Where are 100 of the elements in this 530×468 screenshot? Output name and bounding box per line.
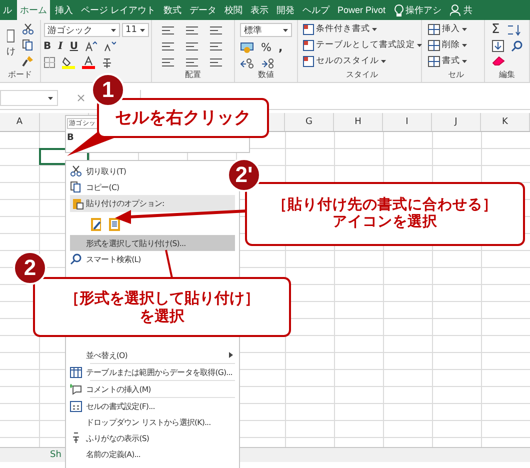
- callout-text: ［形式を選択して貼り付け］: [64, 289, 260, 307]
- group-label: 編集: [499, 69, 515, 81]
- ribbon-tab[interactable]: Power Pivot: [334, 0, 389, 20]
- copy-icon[interactable]: [22, 39, 34, 51]
- ribbon-tab[interactable]: 開発: [274, 0, 298, 20]
- sort-icon[interactable]: [506, 24, 521, 36]
- callout-text: アイコンを選択: [332, 214, 438, 232]
- column-header[interactable]: G: [285, 113, 334, 131]
- search-icon[interactable]: [510, 40, 522, 52]
- ribbon-tab[interactable]: ル: [0, 0, 15, 20]
- shrink-font-icon[interactable]: [104, 41, 116, 52]
- scissors-icon[interactable]: [22, 23, 34, 35]
- alignment-icon[interactable]: [185, 57, 199, 68]
- cells-icon: [428, 24, 440, 34]
- paste-option-icon[interactable]: [90, 216, 104, 232]
- column-header[interactable]: A: [0, 113, 40, 131]
- font-style-button[interactable]: B: [44, 41, 52, 52]
- fill-color-icon[interactable]: [62, 56, 74, 69]
- percent-button[interactable]: %: [261, 41, 272, 54]
- font-style-button[interactable]: U: [70, 41, 78, 52]
- style-command[interactable]: セルのスタイル: [303, 55, 422, 67]
- fill-down-icon[interactable]: [492, 40, 504, 52]
- dropdown-icon: [462, 60, 467, 62]
- alignment-icon[interactable]: [185, 25, 199, 36]
- lightbulb-icon: [394, 4, 404, 16]
- table-icon: [70, 366, 82, 378]
- ribbon-tab[interactable]: データ: [186, 0, 220, 20]
- ribbon-tab[interactable]: ホーム: [17, 0, 50, 20]
- group-label: スタイル: [346, 69, 378, 81]
- alignment-icon[interactable]: [161, 57, 175, 68]
- dropdown-icon: [381, 60, 386, 62]
- grow-font-icon[interactable]: [84, 41, 97, 52]
- callout-text: を選択: [140, 307, 184, 325]
- border-icon[interactable]: [44, 57, 54, 68]
- autosum-button[interactable]: Σ: [492, 23, 500, 36]
- dropdown-icon: [140, 28, 144, 32]
- alignment-icon[interactable]: [185, 41, 199, 52]
- comma-button[interactable]: ,: [278, 41, 283, 54]
- dropdown-icon: [48, 96, 53, 100]
- style-command[interactable]: 条件付き書式: [303, 23, 422, 35]
- paste-option-icon[interactable]: [108, 216, 122, 232]
- brush-icon[interactable]: [22, 55, 34, 67]
- number-format-field[interactable]: 標準: [240, 23, 292, 37]
- ribbon-tab[interactable]: ヘルプ: [300, 0, 333, 20]
- column-header[interactable]: I: [383, 113, 432, 131]
- dropdown-icon: [110, 28, 116, 32]
- font-name-field[interactable]: 游ゴシック: [44, 23, 120, 37]
- alignment-icon[interactable]: [161, 41, 175, 52]
- tell-me-tab[interactable]: 操作アシ: [390, 0, 445, 20]
- bold-button[interactable]: B: [67, 133, 74, 143]
- furigana-icon: [72, 432, 80, 444]
- ribbon-tab[interactable]: 表示: [248, 0, 272, 20]
- paste-icon: [72, 197, 84, 210]
- dropdown-icon: [372, 28, 377, 30]
- callout-text: セルを右クリック: [115, 108, 251, 128]
- alignment-icon[interactable]: [161, 25, 175, 36]
- group-label: 配置: [185, 69, 201, 81]
- comment-icon: [70, 384, 82, 394]
- share-tab[interactable]: 共: [446, 0, 476, 20]
- alignment-icon[interactable]: [209, 57, 223, 68]
- group-label: セル: [448, 69, 464, 81]
- decrease-decimal-icon[interactable]: [261, 58, 275, 69]
- cell-command[interactable]: 書式: [428, 55, 467, 67]
- column-header[interactable]: H: [334, 113, 383, 131]
- ribbon-tab[interactable]: 校閲: [222, 0, 246, 20]
- person-icon: [450, 4, 462, 16]
- group-label: ボード: [8, 69, 32, 81]
- eraser-icon[interactable]: [492, 56, 504, 66]
- font-size-field[interactable]: 11: [122, 23, 148, 37]
- table-style-icon: [303, 24, 314, 34]
- cells-icon: [428, 40, 440, 50]
- paste-label[interactable]: け: [6, 45, 16, 58]
- font-style-button[interactable]: I: [58, 41, 63, 52]
- callout-text: ［貼り付け先の書式に合わせる］: [272, 196, 498, 214]
- alignment-icon[interactable]: [209, 25, 223, 36]
- font-color-icon[interactable]: [82, 56, 94, 69]
- format-cells-icon: [70, 400, 82, 412]
- cell-command[interactable]: 挿入: [428, 23, 467, 35]
- style-command[interactable]: テーブルとして書式設定: [303, 39, 422, 51]
- dropdown-icon: [283, 28, 288, 32]
- phonetic-icon[interactable]: [102, 56, 112, 68]
- currency-icon[interactable]: [240, 42, 254, 53]
- copy-icon: [70, 181, 82, 193]
- cell-command[interactable]: 削除: [428, 39, 467, 51]
- ribbon-tab[interactable]: 数式: [160, 0, 185, 20]
- ribbon-tab[interactable]: 挿入: [52, 0, 76, 20]
- paste-icon[interactable]: [6, 29, 14, 43]
- table-style-icon: [303, 56, 314, 66]
- alignment-icon[interactable]: [209, 41, 223, 52]
- ribbon-tab[interactable]: ページ レイアウト: [78, 0, 159, 20]
- step-badge: 2: [13, 251, 47, 285]
- column-header[interactable]: K: [481, 113, 530, 131]
- increase-decimal-icon[interactable]: [240, 58, 254, 69]
- column-header[interactable]: J: [432, 113, 481, 131]
- search-icon: [70, 253, 82, 265]
- sheet-tab[interactable]: Sh: [50, 450, 62, 460]
- group-label: 数値: [258, 69, 274, 81]
- dropdown-icon: [417, 44, 422, 46]
- cells-icon: [428, 56, 440, 66]
- cancel-icon[interactable]: [77, 94, 85, 102]
